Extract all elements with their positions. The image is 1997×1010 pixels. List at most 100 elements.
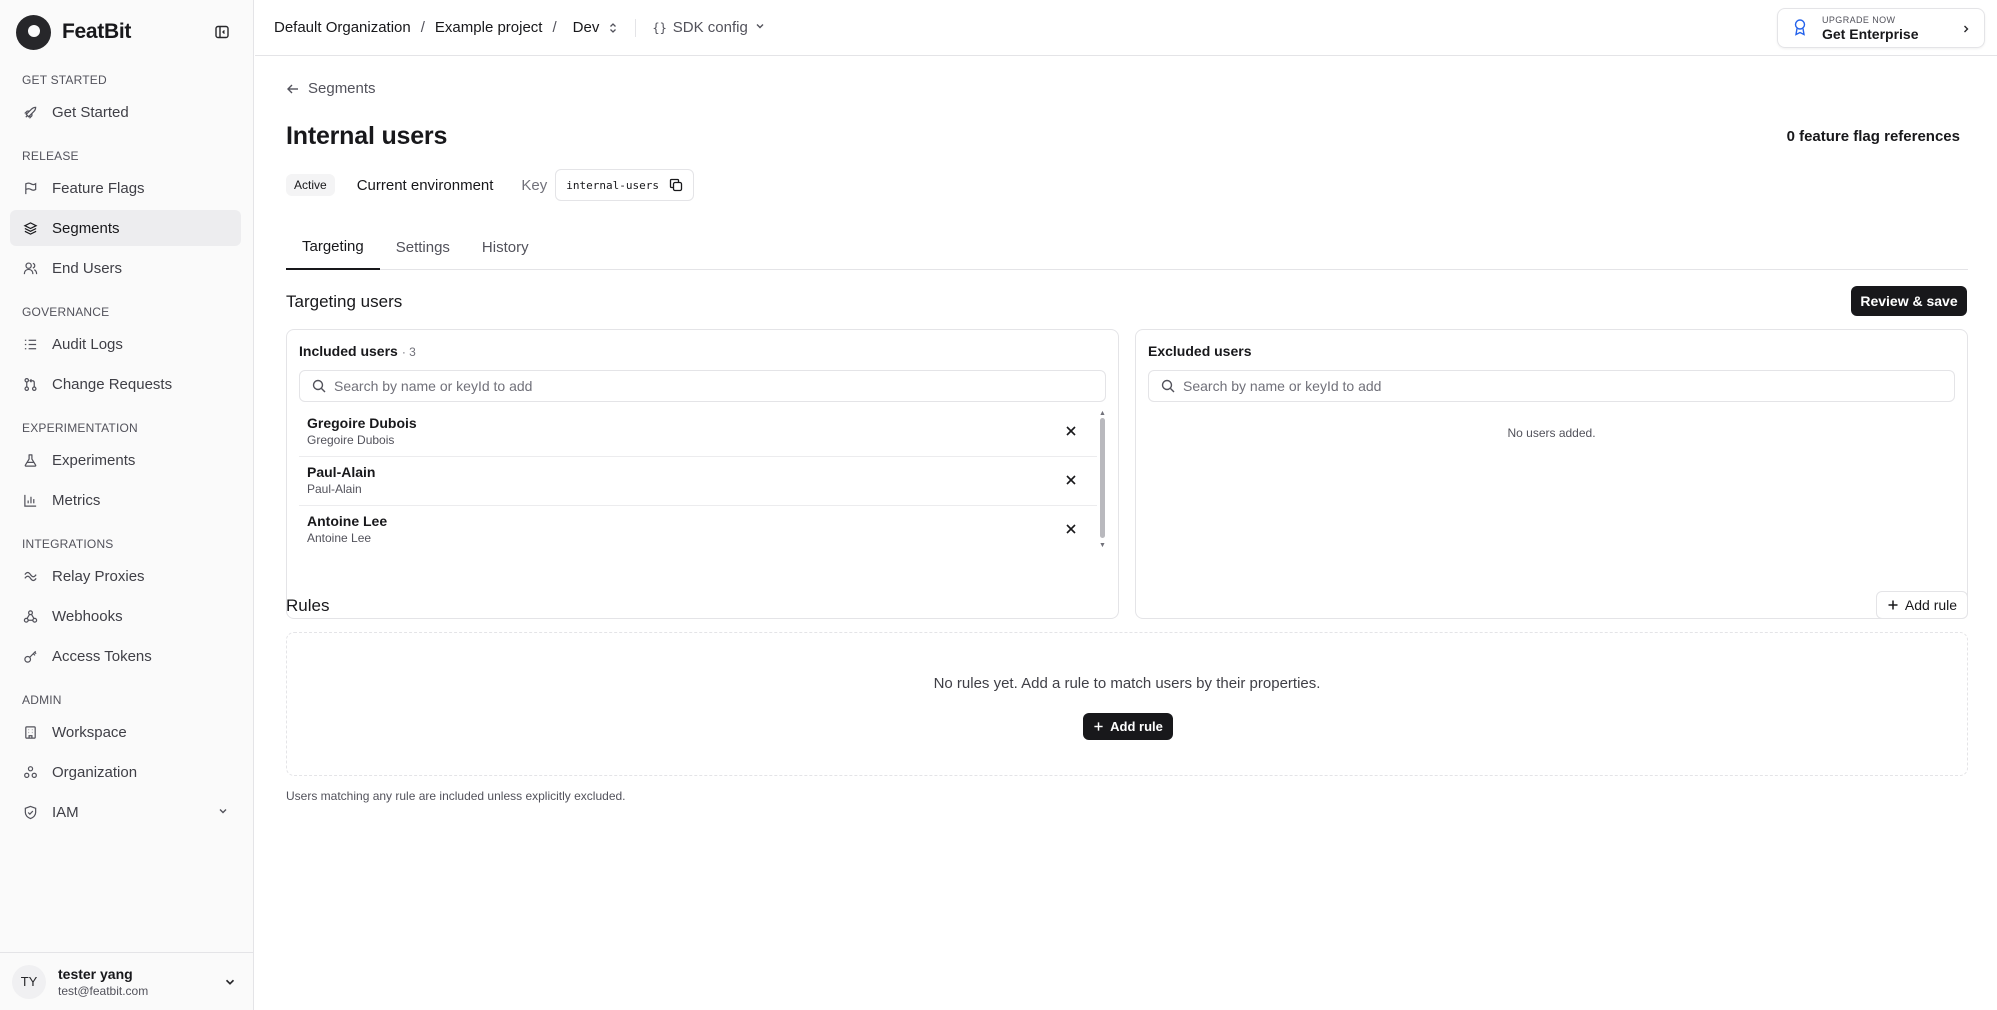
included-users-card: Included users· 3 Gregoire Dubois Gregoi…: [286, 329, 1119, 619]
sidebar-item-access-tokens[interactable]: Access Tokens: [10, 638, 241, 674]
tab-settings[interactable]: Settings: [380, 224, 466, 270]
rules-empty-text: No rules yet. Add a rule to match users …: [933, 675, 1321, 692]
sidebar-item-audit-logs[interactable]: Audit Logs: [10, 326, 241, 362]
bar-chart-icon: [22, 492, 38, 508]
list-item: Gregoire Dubois Gregoire Dubois: [299, 408, 1097, 457]
sidebar-item-relay-proxies[interactable]: Relay Proxies: [10, 558, 241, 594]
flag-references-link[interactable]: 0 feature flag references: [1787, 128, 1960, 145]
included-users-title: Included users · 3: [299, 343, 416, 359]
nav-section-integrations: INTEGRATIONS: [22, 537, 114, 551]
breadcrumb: Default Organization / Example project /…: [274, 19, 619, 36]
tab-bar: Targeting Settings History: [286, 224, 1968, 270]
environment-switcher[interactable]: Dev: [573, 19, 620, 36]
sidebar-item-label: Get Started: [52, 103, 129, 121]
breadcrumb-organization[interactable]: Default Organization: [274, 19, 411, 36]
breadcrumb-separator: /: [552, 19, 557, 36]
user-row-key: Antoine Lee: [307, 531, 372, 545]
top-bar: Default Organization / Example project /…: [255, 0, 1997, 56]
sidebar-item-change-requests[interactable]: Change Requests: [10, 366, 241, 402]
arrow-left-icon: [287, 84, 298, 93]
rules-empty-state: No rules yet. Add a rule to match users …: [286, 632, 1968, 776]
scrollbar[interactable]: ▲ ▼: [1099, 410, 1106, 550]
sidebar-item-webhooks[interactable]: Webhooks: [10, 598, 241, 634]
sidebar-item-iam[interactable]: IAM: [10, 794, 241, 830]
close-icon[interactable]: [1065, 522, 1077, 538]
upgrade-title: Get Enterprise: [1822, 25, 1919, 42]
add-rule-button[interactable]: Add rule: [1876, 591, 1968, 619]
tab-targeting[interactable]: Targeting: [286, 224, 380, 270]
key-icon: [22, 648, 38, 664]
close-icon[interactable]: [1065, 424, 1077, 440]
award-icon: [1792, 18, 1808, 39]
user-row-name: Antoine Lee: [307, 513, 388, 529]
sidebar-item-label: End Users: [52, 259, 123, 277]
relay-icon: [22, 568, 38, 584]
list-item: Paul-Alain Paul-Alain: [299, 457, 1097, 506]
environment-name: Dev: [572, 19, 600, 36]
featbit-logo: [16, 14, 51, 50]
sidebar-item-organization[interactable]: Organization: [10, 754, 241, 790]
excluded-search-input[interactable]: [1183, 378, 1954, 394]
organization-icon: [22, 764, 38, 780]
excluded-users-card: Excluded users No users added.: [1135, 329, 1968, 619]
close-icon[interactable]: [1065, 473, 1077, 489]
user-menu[interactable]: TY tester yang test@featbit.com: [0, 952, 253, 1010]
sidebar-item-end-users[interactable]: End Users: [10, 250, 241, 286]
included-users-list: Gregoire Dubois Gregoire Dubois Paul-Ala…: [299, 408, 1097, 550]
search-icon: [1161, 379, 1175, 393]
breadcrumb-separator: /: [420, 19, 425, 36]
scroll-thumb[interactable]: [1100, 418, 1105, 538]
chevron-down-icon: [754, 19, 766, 36]
sidebar: FeatBit GET STARTED Get Started RELEASE …: [0, 0, 254, 1010]
included-search-input[interactable]: [334, 378, 1105, 394]
sidebar-item-experiments[interactable]: Experiments: [10, 442, 241, 478]
sidebar-item-label: Workspace: [52, 723, 127, 741]
sidebar-item-label: Segments: [52, 219, 120, 237]
sidebar-item-segments[interactable]: Segments: [10, 210, 241, 246]
sidebar-item-label: Audit Logs: [52, 335, 123, 353]
plus-icon: [1888, 600, 1898, 610]
chevron-down-icon: [217, 804, 229, 821]
users-icon: [22, 260, 38, 276]
key-label: Key: [521, 176, 548, 194]
sidebar-item-label: Relay Proxies: [52, 567, 145, 585]
layers-icon: [22, 220, 38, 236]
sidebar-item-feature-flags[interactable]: Feature Flags: [10, 170, 241, 206]
sdk-config-label: SDK config: [672, 19, 748, 36]
sidebar-item-get-started[interactable]: Get Started: [10, 94, 241, 130]
upgrade-enterprise-button[interactable]: UPGRADE NOW Get Enterprise: [1777, 8, 1985, 48]
sidebar-toggle-icon[interactable]: [212, 22, 232, 42]
sidebar-item-metrics[interactable]: Metrics: [10, 482, 241, 518]
upgrade-caption: UPGRADE NOW: [1822, 14, 1896, 25]
sidebar-item-label: Experiments: [52, 451, 136, 469]
nav-section-experimentation: EXPERIMENTATION: [22, 421, 138, 435]
scroll-up-icon[interactable]: ▲: [1099, 410, 1106, 418]
included-users-count: · 3: [401, 345, 416, 359]
user-row-name: Gregoire Dubois: [307, 415, 417, 431]
add-rule-center-button[interactable]: Add rule: [1083, 713, 1173, 740]
sdk-config-menu[interactable]: {} SDK config: [652, 19, 766, 36]
brand: FeatBit: [16, 14, 238, 50]
sidebar-item-workspace[interactable]: Workspace: [10, 714, 241, 750]
copy-icon[interactable]: [669, 178, 683, 192]
rocket-icon: [22, 104, 38, 120]
sidebar-item-label: IAM: [52, 803, 79, 821]
excluded-users-title: Excluded users: [1148, 343, 1252, 359]
sidebar-item-label: Access Tokens: [52, 647, 152, 665]
segment-key-value: internal-users: [566, 178, 659, 192]
nav-section-get-started: GET STARTED: [22, 73, 107, 87]
sidebar-item-label: Webhooks: [52, 607, 123, 625]
tab-history[interactable]: History: [466, 224, 545, 270]
breadcrumb-project[interactable]: Example project: [435, 19, 543, 36]
scroll-down-icon[interactable]: ▼: [1099, 542, 1106, 550]
rules-footnote: Users matching any rule are included unl…: [286, 789, 626, 803]
nav-section-admin: ADMIN: [22, 693, 62, 707]
review-save-button[interactable]: Review & save: [1851, 286, 1967, 316]
nav-section-release: RELEASE: [22, 149, 79, 163]
included-search: [299, 370, 1106, 402]
git-pull-request-icon: [22, 376, 38, 392]
sidebar-item-label: Change Requests: [52, 375, 173, 393]
flag-icon: [22, 180, 38, 196]
avatar: TY: [12, 964, 46, 999]
back-to-segments-link[interactable]: Segments: [286, 80, 376, 97]
